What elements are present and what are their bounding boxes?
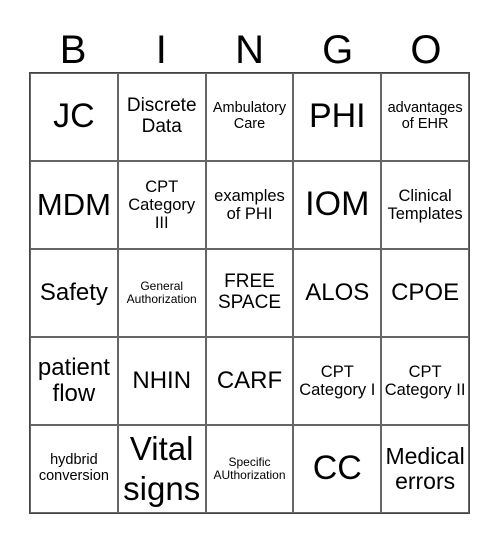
bingo-cell[interactable]: Safety [30, 249, 118, 337]
bingo-cell[interactable]: examples of PHI [205, 161, 294, 249]
bingo-cell[interactable]: General Authorization [117, 249, 206, 337]
bingo-cell[interactable]: Ambulatory Care [205, 73, 294, 161]
bingo-cell[interactable]: CARF [205, 337, 294, 425]
bingo-cell[interactable]: Specific AUthorization [205, 425, 294, 513]
bingo-cell[interactable]: CPT Category III [117, 161, 206, 249]
bingo-cell[interactable]: patient flow [30, 337, 118, 425]
bingo-cell[interactable]: CPOE [381, 249, 469, 337]
bingo-cell[interactable]: ALOS [293, 249, 382, 337]
bingo-cell[interactable]: JC [30, 73, 118, 161]
bingo-cell[interactable]: Vital signs [117, 425, 206, 513]
bingo-cell[interactable]: CPT Category II [381, 337, 469, 425]
bingo-grid: JC Discrete Data Ambulatory Care PHI adv… [29, 72, 470, 514]
bingo-cell[interactable]: IOM [293, 161, 382, 249]
bingo-cell[interactable]: Clinical Templates [381, 161, 469, 249]
free-space-cell[interactable]: FREE SPACE [205, 249, 294, 337]
bingo-cell[interactable]: Discrete Data [117, 73, 206, 161]
bingo-cell[interactable]: MDM [30, 161, 118, 249]
header-letter-n: N [235, 28, 264, 72]
header-letter-b: B [59, 28, 87, 72]
bingo-cell[interactable]: NHIN [117, 337, 206, 425]
bingo-cell[interactable]: PHI [293, 73, 382, 161]
bingo-cell[interactable]: CC [293, 425, 382, 513]
bingo-cell[interactable]: Medical errors [381, 425, 469, 513]
bingo-header: B I N G O [29, 28, 470, 72]
bingo-cell[interactable]: CPT Category I [293, 337, 382, 425]
bingo-cell[interactable]: advantages of EHR [381, 73, 469, 161]
bingo-cell[interactable]: hydbrid conversion [30, 425, 118, 513]
header-letter-o: O [410, 28, 442, 72]
header-letter-i: I [155, 28, 167, 72]
header-letter-g: G [322, 28, 354, 72]
